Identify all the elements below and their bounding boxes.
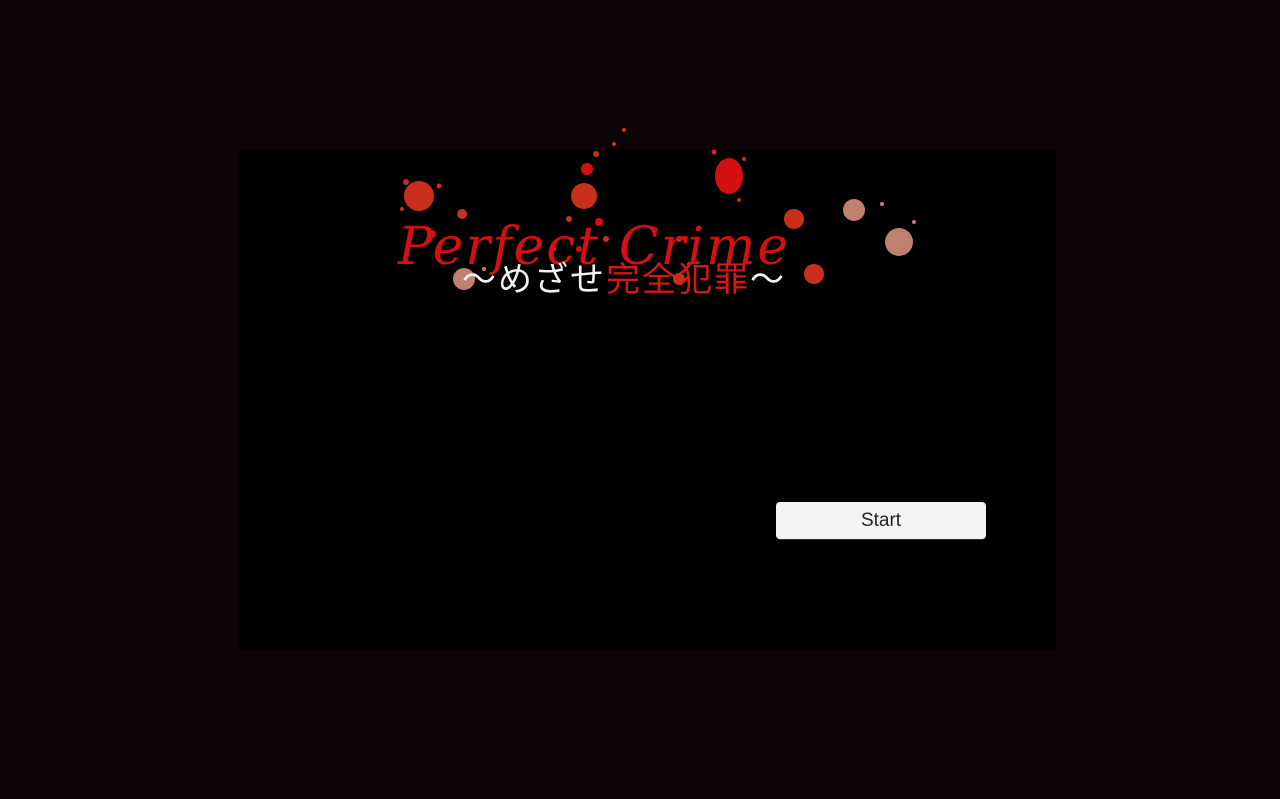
game-subtitle: 〜めざせ完全犯罪〜 xyxy=(462,256,862,304)
start-button[interactable]: Start xyxy=(776,502,986,539)
subtitle-wave-left: 〜 xyxy=(462,260,498,300)
game-screen: Perfect Crime 〜めざせ完全犯罪〜 Start xyxy=(239,128,1056,651)
subtitle-wave-right: 〜 xyxy=(750,260,786,300)
subtitle-kana: めざせ xyxy=(498,260,606,300)
subtitle-kanji: 完全犯罪 xyxy=(606,260,750,300)
title-logo: Perfect Crime 〜めざせ完全犯罪〜 xyxy=(384,124,924,334)
